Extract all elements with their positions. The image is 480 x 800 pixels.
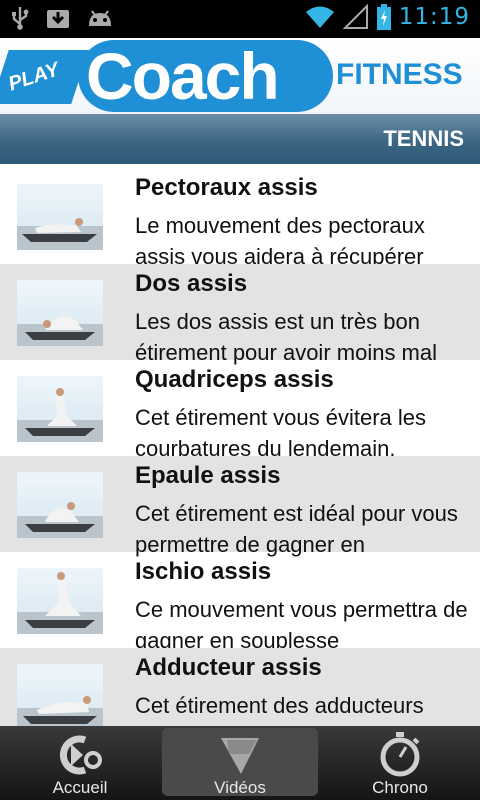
exercise-title: Epaule assis <box>135 462 281 489</box>
usb-icon <box>10 6 30 30</box>
list-item[interactable]: Dos assis Les dos assis est un très bon … <box>0 264 480 365</box>
exercise-title: Dos assis <box>135 270 248 297</box>
download-icon <box>46 6 70 30</box>
exercise-title: Ischio assis <box>135 558 272 585</box>
exercise-title: Quadriceps assis <box>135 366 334 393</box>
exercise-description: Le mouvement des pectoraux assis vous ai… <box>135 213 425 269</box>
status-bar: 11:19 <box>0 0 480 38</box>
status-time: 11:19 <box>398 4 470 30</box>
tab-label: Chrono <box>372 778 428 797</box>
exercise-thumbnail <box>17 568 103 634</box>
list-item[interactable]: Epaule assis Cet étirement est idéal pou… <box>0 456 480 557</box>
banner-coach-text: Coach <box>86 39 280 113</box>
exercise-thumbnail <box>17 280 103 346</box>
section-header: TENNIS <box>0 114 480 164</box>
section-title: TENNIS <box>383 126 464 151</box>
exercise-thumbnail <box>17 376 103 442</box>
list-item[interactable]: Pectoraux assis Le mouvement des pectora… <box>0 168 480 269</box>
app-banner: PLAY Coach FITNESS <box>0 38 480 114</box>
exercise-description: Cet étirement des adducteurs <box>135 693 424 718</box>
exercise-thumbnail <box>17 184 103 250</box>
tab-label: Vidéos <box>214 778 266 797</box>
banner-fitness-text: FITNESS <box>336 58 463 91</box>
signal-icon <box>342 4 369 30</box>
exercise-list[interactable]: Pectoraux assis Le mouvement des pectora… <box>0 168 480 726</box>
tab-chrono[interactable]: Chrono <box>320 726 480 800</box>
tab-label: Accueil <box>52 778 108 797</box>
android-icon <box>86 6 114 30</box>
exercise-description: Ce mouvement vous permettra de gagner en… <box>135 597 468 653</box>
stopwatch-icon <box>375 730 425 778</box>
list-item[interactable]: Adducteur assis Cet étirement des adduct… <box>0 648 480 726</box>
list-item[interactable]: Quadriceps assis Cet étirement vous évit… <box>0 360 480 461</box>
exercise-title: Adducteur assis <box>135 654 322 681</box>
exercise-thumbnail <box>17 664 103 726</box>
list-item[interactable]: Ischio assis Ce mouvement vous permettra… <box>0 552 480 653</box>
exercise-description: Cet étirement vous évitera les courbatur… <box>135 405 427 461</box>
play-icon <box>215 730 265 778</box>
home-logo-icon <box>55 730 105 778</box>
battery-charging-icon <box>376 4 391 30</box>
wifi-icon <box>305 4 335 30</box>
tab-videos[interactable]: Vidéos <box>160 726 320 800</box>
exercise-description: Les dos assis est un très bon étirement … <box>135 309 438 365</box>
bottom-nav: Accueil Vidéos Chrono <box>0 726 480 800</box>
tab-accueil[interactable]: Accueil <box>0 726 160 800</box>
exercise-thumbnail <box>17 472 103 538</box>
exercise-title: Pectoraux assis <box>135 174 318 201</box>
exercise-description: Cet étirement est idéal pour vous permet… <box>135 501 458 557</box>
